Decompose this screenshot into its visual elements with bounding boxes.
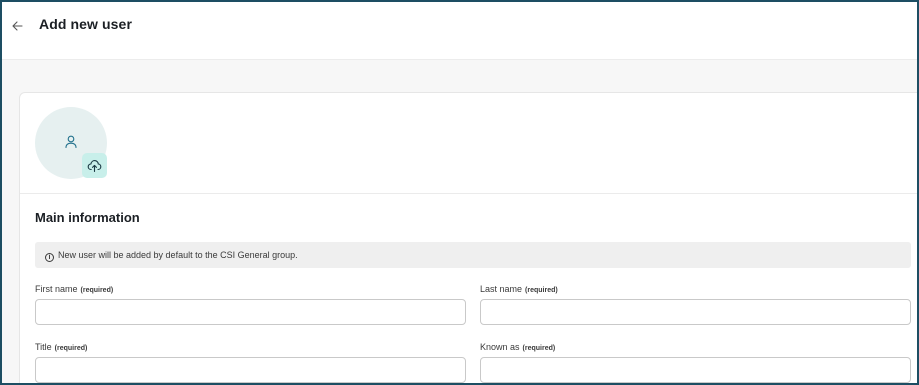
info-circle-icon: i [45, 253, 54, 262]
known-as-field[interactable] [480, 357, 911, 383]
last-name-label: Last name (required) [480, 284, 558, 294]
last-name-field[interactable] [480, 299, 911, 325]
section-title: Main information [35, 210, 140, 225]
info-banner-text: New user will be added by default to the… [58, 250, 298, 260]
avatar-section [35, 107, 109, 181]
last-name-label-text: Last name [480, 284, 523, 294]
person-icon [65, 135, 77, 149]
page-title: Add new user [39, 16, 132, 32]
title-field[interactable] [35, 357, 466, 383]
first-name-label-text: First name [35, 284, 78, 294]
section-divider [20, 193, 917, 194]
title-label-text: Title [35, 342, 52, 352]
required-marker: (required) [525, 287, 558, 294]
required-marker: (required) [80, 287, 114, 294]
back-button[interactable] [8, 16, 26, 36]
first-name-label: First name (required) [35, 284, 113, 294]
required-marker: (required) [522, 345, 556, 352]
title-label: Title (required) [35, 342, 87, 352]
user-form-card [19, 92, 917, 383]
page-header: Add new user [2, 2, 917, 60]
required-marker: (required) [54, 345, 88, 352]
known-as-label: Known as (required) [480, 342, 555, 352]
info-banner: i New user will be added by default to th… [35, 242, 911, 268]
upload-photo-button[interactable] [82, 153, 107, 178]
arrow-left-icon [11, 21, 23, 31]
first-name-field[interactable] [35, 299, 466, 325]
cloud-upload-icon [87, 160, 102, 173]
known-as-label-text: Known as [480, 342, 520, 352]
app-window: Add new user Main information i New user … [0, 0, 919, 385]
